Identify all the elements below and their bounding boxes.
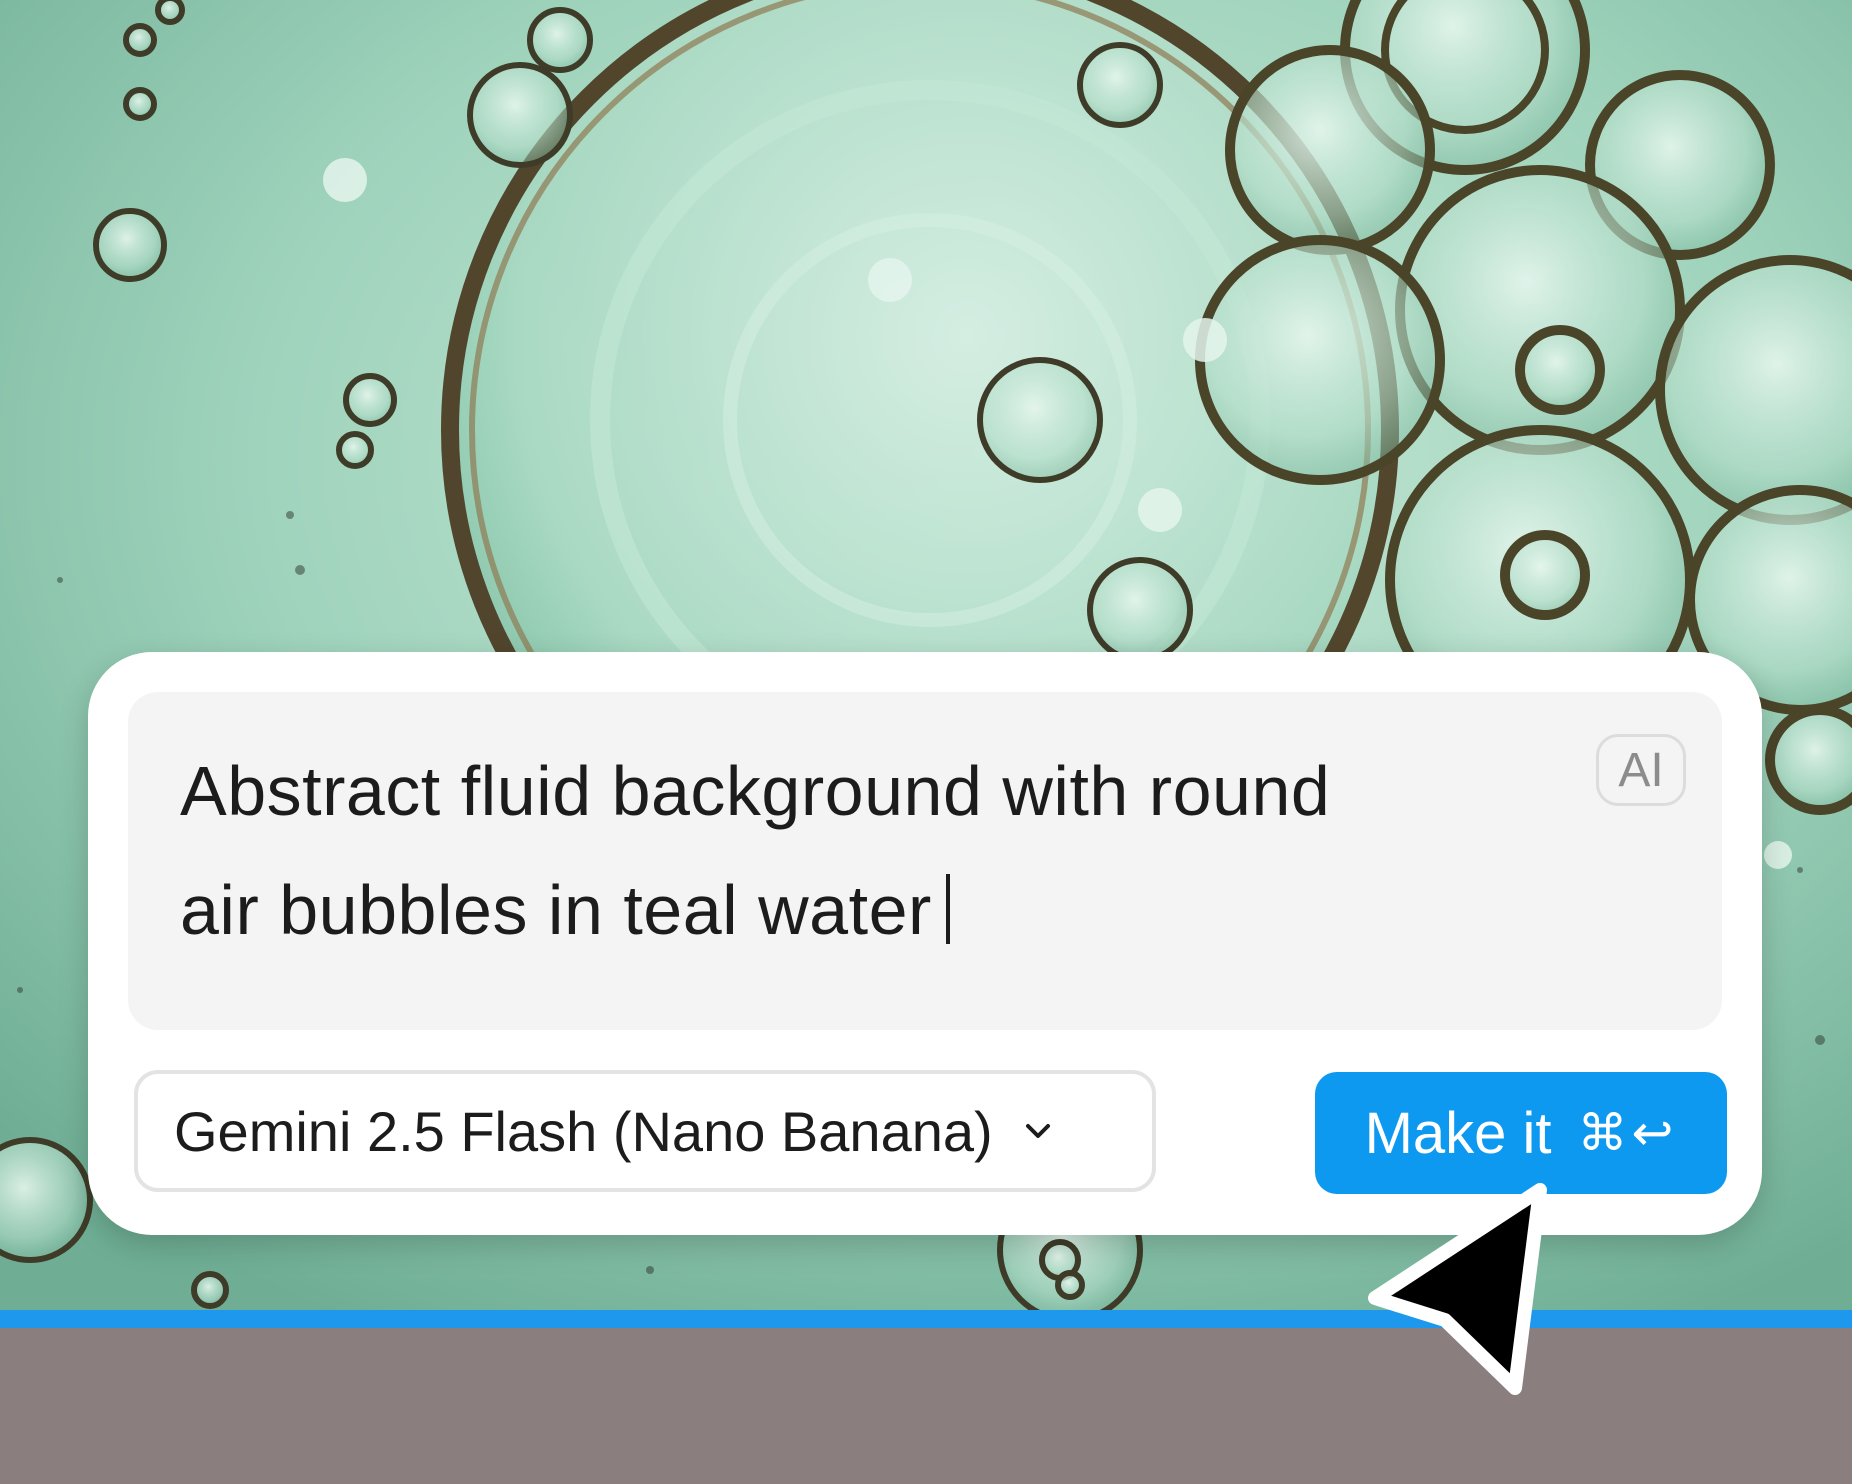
ai-badge: AI [1596,734,1686,806]
mouse-pointer-icon [1360,1170,1560,1400]
ai-generate-panel: Abstract fluid background with round air… [88,652,1762,1235]
prompt-textarea[interactable]: Abstract fluid background with round air… [128,692,1722,1030]
model-select[interactable]: Gemini 2.5 Flash (Nano Banana) [134,1070,1156,1192]
canvas-background [0,1328,1852,1484]
prompt-text[interactable]: Abstract fluid background with round air… [180,732,1480,970]
canvas-selection-border [0,1310,1852,1328]
prompt-line-2: air bubbles in teal water [180,851,1480,970]
make-it-label: Make it [1364,1100,1552,1166]
chevron-down-icon [1023,1116,1053,1146]
model-select-value: Gemini 2.5 Flash (Nano Banana) [174,1099,993,1163]
text-caret [945,874,950,944]
prompt-line-2-text: air bubbles in teal water [180,871,932,949]
keyboard-shortcut-hint: ⌘↩ [1577,1105,1678,1161]
prompt-line-1: Abstract fluid background with round [180,752,1331,830]
